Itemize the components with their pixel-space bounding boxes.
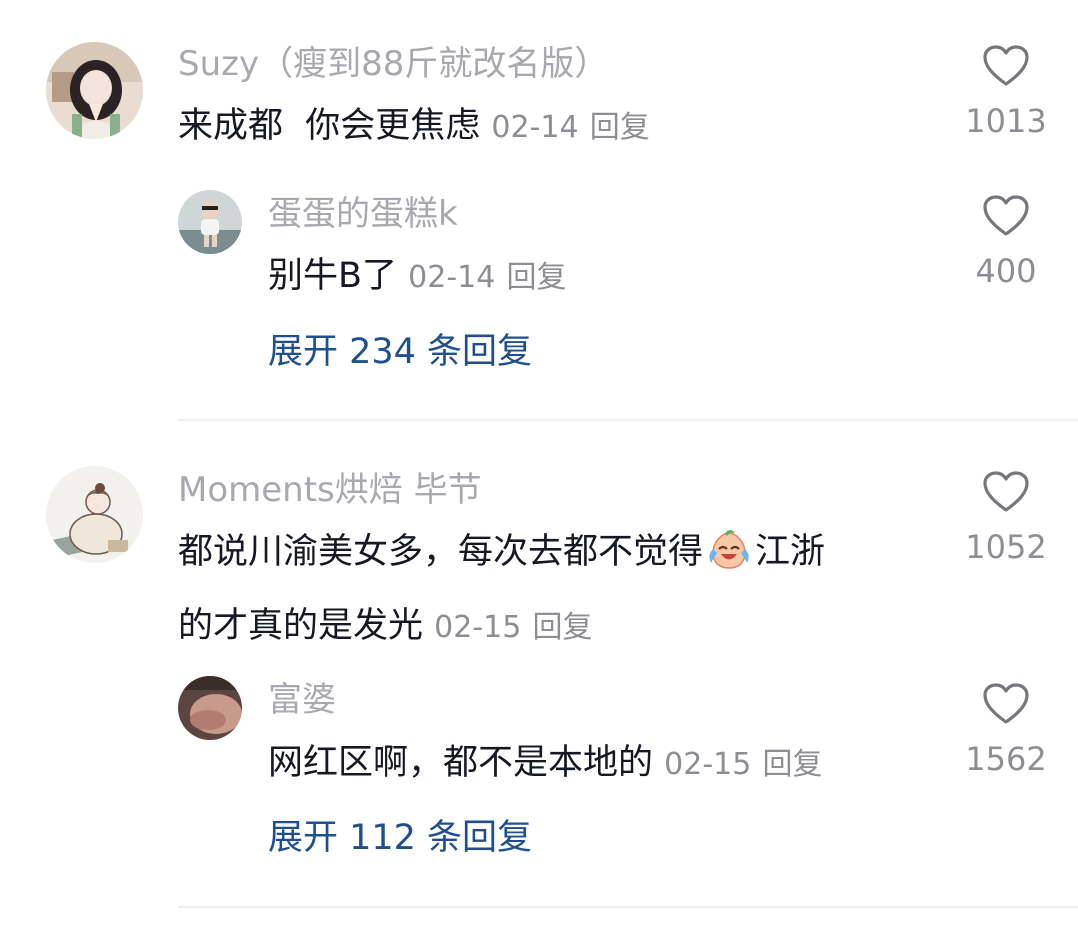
avatar-image <box>178 190 242 254</box>
expand-replies-link[interactable]: 展开 112 条回复 <box>268 816 532 860</box>
reply-date: 02-15 <box>664 747 752 782</box>
reply-button[interactable]: 回复 <box>506 260 566 295</box>
avatar[interactable] <box>46 466 143 563</box>
reply-username[interactable]: 蛋蛋的蛋糕k <box>268 194 458 234</box>
comment-username[interactable]: Suzy（瘦到88斤就改名版） <box>178 44 608 84</box>
comment-divider <box>178 419 1078 421</box>
like-count: 400 <box>975 252 1037 290</box>
comment-body: 的才真的是发光 <box>178 606 424 646</box>
comment-divider <box>178 906 1078 908</box>
comment-text: 来成都 你会更焦虑 02-14 回复 <box>178 93 650 161</box>
comment-body: 江浙 <box>755 532 826 572</box>
reply-avatar[interactable] <box>178 676 242 740</box>
avatar[interactable] <box>46 42 143 139</box>
comment-text: 都说川渝美女多，每次去都不觉得 江浙 的才真的是发光 02-15 回复 <box>178 519 825 661</box>
like-button[interactable]: 400 <box>956 194 1056 290</box>
reply-username[interactable]: 富婆 <box>268 680 336 720</box>
expand-replies-link[interactable]: 展开 234 条回复 <box>268 330 532 374</box>
reply-button[interactable]: 回复 <box>532 610 592 645</box>
avatar-image <box>46 466 143 563</box>
reply-date: 02-14 <box>408 260 496 295</box>
like-button[interactable]: 1052 <box>956 470 1056 566</box>
heart-outline-icon <box>983 471 1029 512</box>
reply-button[interactable]: 回复 <box>590 110 650 145</box>
comment-date: 02-14 <box>491 110 579 145</box>
like-count: 1562 <box>965 740 1047 778</box>
reply-text: 别牛B了 02-14 回复 <box>268 243 566 311</box>
comment-username[interactable]: Moments烘焙 毕节 <box>178 470 482 510</box>
comment-body: 都说川渝美女多，每次去都不觉得 <box>178 532 704 572</box>
like-count: 1052 <box>965 528 1047 566</box>
comment-date: 02-15 <box>434 610 522 645</box>
heart-outline-icon <box>983 195 1029 236</box>
comment-body: 来成都 你会更焦虑 <box>178 106 481 146</box>
avatar-image <box>178 676 242 740</box>
reply-text: 网红区啊，都不是本地的 02-15 回复 <box>268 730 822 798</box>
like-button[interactable]: 1013 <box>956 44 1056 140</box>
heart-outline-icon <box>983 45 1029 86</box>
avatar-image <box>46 42 143 139</box>
like-count: 1013 <box>965 102 1047 140</box>
reply-body: 别牛B了 <box>268 256 398 296</box>
reply-avatar[interactable] <box>178 190 242 254</box>
reply-body: 网红区啊，都不是本地的 <box>268 743 654 783</box>
heart-outline-icon <box>983 683 1029 724</box>
like-button[interactable]: 1562 <box>956 682 1056 778</box>
crying-laughing-emoji-icon <box>705 527 753 593</box>
reply-button[interactable]: 回复 <box>762 747 822 782</box>
